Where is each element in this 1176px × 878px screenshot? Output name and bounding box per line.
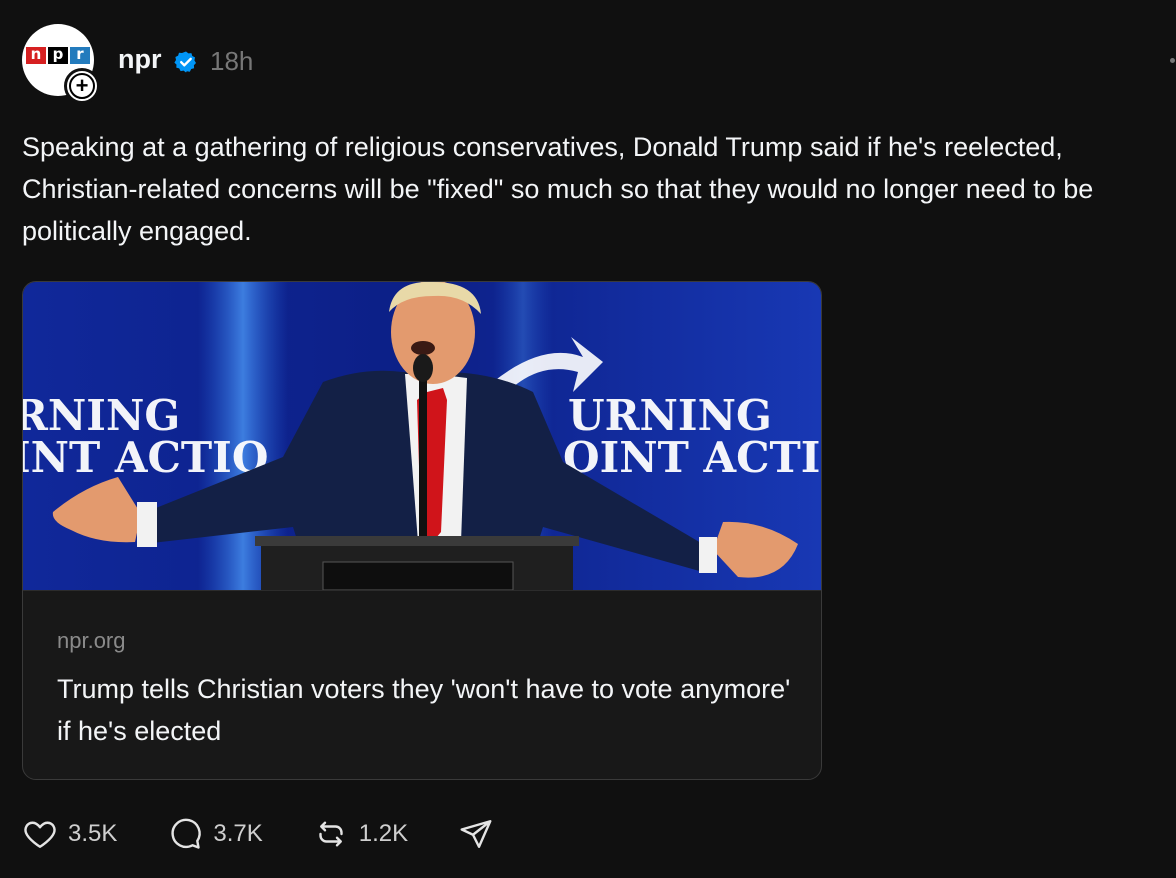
like-button[interactable]: 3.5K <box>22 816 117 852</box>
logo-letter-p: p <box>48 46 68 64</box>
username[interactable]: npr <box>118 44 162 75</box>
share-button[interactable] <box>458 816 494 852</box>
comment-icon <box>171 818 202 849</box>
logo-letter-n: n <box>26 46 46 64</box>
link-domain: npr.org <box>57 628 126 653</box>
post-text: Speaking at a gathering of religious con… <box>22 132 1094 246</box>
image-text-right-bottom: OINT ACTIC <box>563 433 821 482</box>
link-preview-image: RNING INT ACTIO URNING OINT ACTIC <box>23 282 821 591</box>
like-count: 3.5K <box>68 820 118 847</box>
reply-count: 3.7K <box>213 820 263 847</box>
action-bar: 3.5K 3.7K 1.2K <box>22 814 544 854</box>
link-preview-card[interactable]: RNING INT ACTIO URNING OINT ACTIC <box>22 281 822 780</box>
repost-count: 1.2K <box>358 820 409 847</box>
image-text-left-bottom: INT ACTIO <box>23 433 268 482</box>
send-icon <box>460 820 492 848</box>
thread-post: n p r + npr 18h Speaking at a gathering … <box>0 0 1176 878</box>
repost-icon <box>319 821 343 847</box>
heart-icon <box>24 821 56 848</box>
plus-icon: + <box>69 73 95 99</box>
timestamp[interactable]: 18h <box>210 46 253 77</box>
verified-badge-icon <box>174 51 196 73</box>
follow-button[interactable]: + <box>64 68 100 104</box>
reply-button[interactable]: 3.7K <box>167 816 263 852</box>
speaker-at-podium-image: RNING INT ACTIO URNING OINT ACTIC <box>23 282 821 590</box>
npr-logo: n p r <box>26 46 90 64</box>
logo-letter-r: r <box>70 46 90 64</box>
more-options-icon[interactable] <box>1170 58 1175 63</box>
link-title[interactable]: Trump tells Christian voters they 'won't… <box>57 668 797 752</box>
avatar-container[interactable]: n p r + <box>22 24 100 104</box>
repost-button[interactable]: 1.2K <box>313 816 408 852</box>
